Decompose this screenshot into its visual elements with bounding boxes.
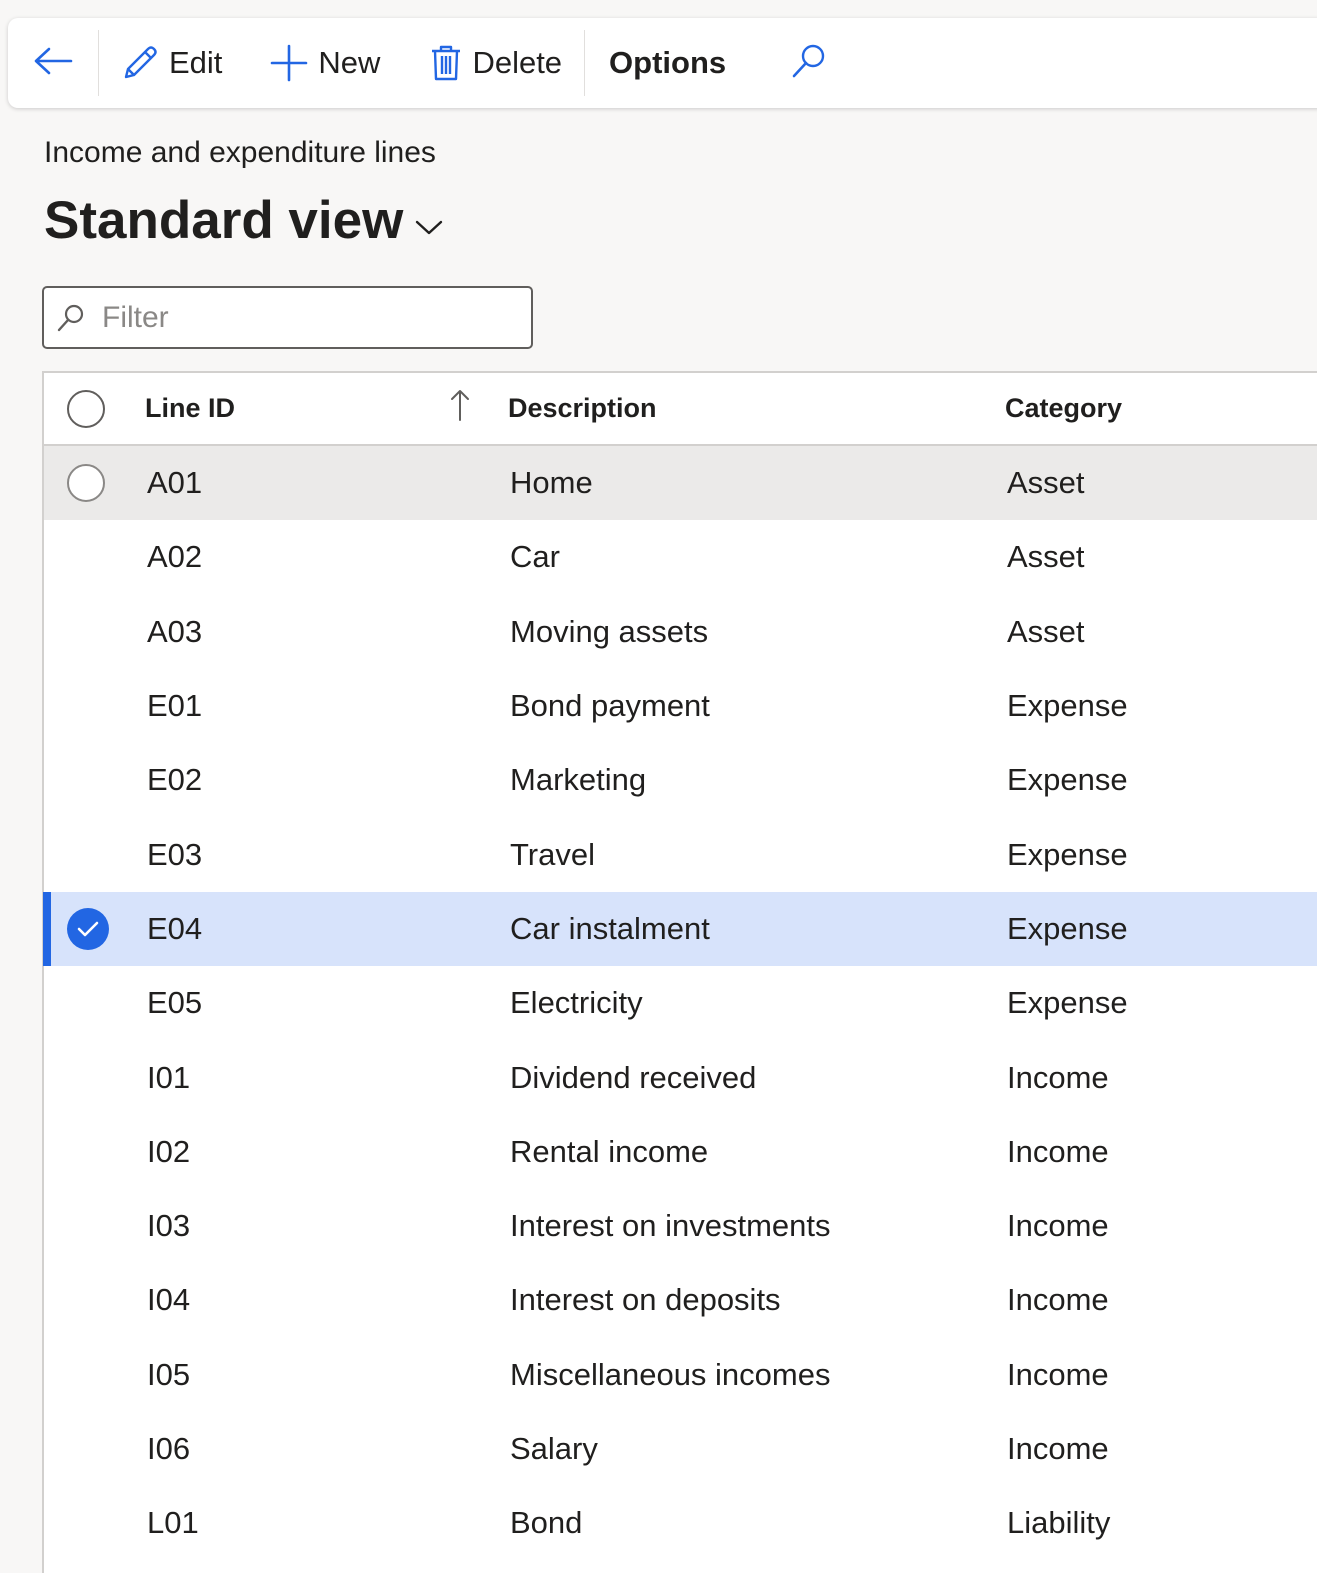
line-id-cell: I04 [147, 1282, 191, 1318]
category-cell: Income [1007, 1059, 1109, 1095]
edit-label: Edit [169, 45, 223, 80]
line-id-cell: A01 [147, 465, 203, 501]
category-cell: Expense [1007, 836, 1128, 872]
description-cell: Bond payment [510, 688, 710, 724]
description-cell: Dividend received [510, 1059, 757, 1095]
category-cell: Income [1007, 1208, 1109, 1244]
page-caption: Income and expenditure lines [44, 136, 436, 169]
row-select-checkbox[interactable] [67, 907, 109, 950]
filter-input[interactable] [100, 299, 484, 336]
description-cell: Rental income [510, 1133, 709, 1169]
table-row[interactable]: I04 Interest on deposits Income [44, 1263, 1317, 1337]
category-cell: Income [1007, 1356, 1109, 1392]
line-id-cell: I05 [147, 1356, 191, 1392]
category-cell: Asset [1007, 613, 1085, 649]
filter-field[interactable] [42, 286, 533, 349]
toolbar-divider [98, 30, 99, 96]
new-label: New [318, 45, 381, 80]
view-name: Standard view [44, 191, 404, 250]
checkmark-icon [67, 907, 109, 950]
view-selector[interactable]: Standard view [44, 190, 443, 251]
lines-grid: Line ID Description Category A01 Home As… [42, 371, 1317, 1573]
description-cell: Salary [510, 1431, 598, 1466]
pencil-icon [121, 44, 159, 82]
category-cell: Asset [1007, 465, 1085, 501]
edit-button[interactable]: Edit [109, 18, 234, 108]
line-id-cell: I06 [147, 1431, 191, 1466]
plus-icon [270, 44, 308, 82]
table-row[interactable]: L01 Bond Liability [44, 1486, 1317, 1560]
grid-header: Line ID Description Category [44, 373, 1317, 446]
trash-icon [430, 44, 462, 82]
line-id-cell: E02 [147, 762, 203, 798]
category-cell: Liability [1007, 1505, 1111, 1541]
description-cell: Travel [510, 836, 595, 872]
selection-indicator [43, 891, 51, 967]
table-row-selected[interactable]: E04 Car instalment Expense [43, 891, 1317, 967]
action-pane: Edit New Delete Options [8, 18, 1317, 108]
line-id-cell: L01 [147, 1505, 199, 1541]
column-header-description[interactable]: Description [508, 393, 657, 424]
table-row[interactable]: I03 Interest on investments Income [44, 1189, 1317, 1263]
delete-label: Delete [472, 45, 563, 80]
table-row[interactable]: A02 Car Asset [44, 520, 1317, 594]
category-cell: Expense [1007, 688, 1128, 724]
table-row[interactable]: I05 Miscellaneous incomes Income [44, 1338, 1317, 1412]
table-row[interactable]: E02 Marketing Expense [44, 743, 1317, 817]
options-tab[interactable]: Options [585, 18, 750, 108]
line-id-cell: E05 [147, 985, 203, 1021]
select-all-checkbox[interactable] [67, 389, 105, 428]
description-cell: Interest on investments [510, 1208, 831, 1244]
column-header-line-id[interactable]: Line ID [145, 393, 235, 424]
table-row[interactable]: E05 Electricity Expense [44, 966, 1317, 1040]
line-id-cell: A03 [147, 613, 203, 649]
line-id-cell: E03 [147, 836, 203, 872]
arrow-left-icon [33, 46, 73, 81]
description-cell: Miscellaneous incomes [510, 1356, 831, 1392]
description-cell: Home [510, 465, 593, 501]
new-button[interactable]: New [258, 18, 392, 108]
table-row[interactable]: I01 Dividend received Income [44, 1040, 1317, 1114]
table-row[interactable]: A01 Home Asset [44, 446, 1317, 521]
search-icon [790, 42, 828, 85]
table-row[interactable]: A03 Moving assets Asset [44, 595, 1317, 669]
category-cell: Expense [1007, 910, 1128, 946]
line-id-cell: I03 [147, 1208, 191, 1244]
line-id-cell: E04 [147, 910, 203, 946]
table-row[interactable]: I02 Rental income Income [44, 1115, 1317, 1189]
description-cell: Interest on deposits [510, 1282, 781, 1318]
chevron-down-icon [415, 218, 443, 236]
category-cell: Asset [1007, 539, 1085, 575]
description-cell: Car [510, 539, 560, 575]
category-cell: Expense [1007, 985, 1128, 1021]
line-id-cell: E01 [147, 688, 203, 724]
delete-button[interactable]: Delete [418, 18, 574, 108]
description-cell: Bond [510, 1505, 583, 1541]
row-select-checkbox[interactable] [67, 464, 105, 503]
line-id-cell: I02 [147, 1133, 191, 1169]
line-id-cell: I01 [147, 1059, 191, 1095]
sort-ascending-icon [449, 388, 471, 429]
back-button[interactable] [8, 18, 98, 108]
table-row[interactable]: E03 Travel Expense [44, 817, 1317, 891]
description-cell: Car instalment [510, 910, 710, 946]
search-button[interactable] [790, 18, 828, 108]
description-cell: Electricity [510, 985, 643, 1021]
category-cell: Expense [1007, 762, 1128, 798]
search-icon [56, 303, 86, 333]
category-cell: Income [1007, 1431, 1109, 1466]
category-cell: Income [1007, 1282, 1109, 1318]
table-row[interactable]: E01 Bond payment Expense [44, 669, 1317, 743]
column-header-category[interactable]: Category [1005, 393, 1122, 424]
description-cell: Moving assets [510, 613, 709, 649]
category-cell: Income [1007, 1133, 1109, 1169]
table-row[interactable]: I06 Salary Income [44, 1412, 1317, 1486]
line-id-cell: A02 [147, 539, 203, 575]
description-cell: Marketing [510, 762, 647, 798]
